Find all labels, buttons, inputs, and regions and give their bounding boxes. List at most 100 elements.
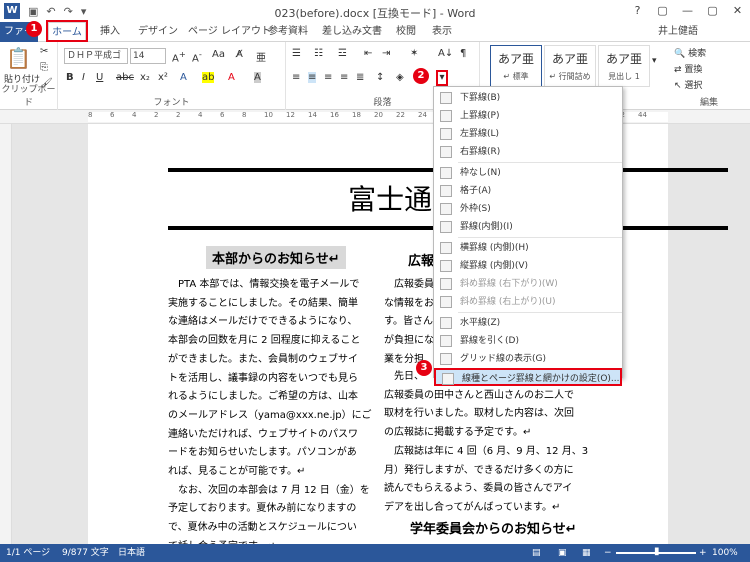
change-case-icon[interactable]: Aa [212, 49, 225, 60]
border-menu-item[interactable]: 罫線(内側)(I) [434, 218, 622, 236]
text-line: 本部会の回数を月に 2 回程度に抑えること [168, 335, 361, 347]
paste-icon[interactable]: 📋 [6, 46, 31, 70]
font-size-combo[interactable]: 14 [130, 48, 166, 64]
cut-icon[interactable]: ✂ [40, 46, 48, 57]
strikethrough-icon[interactable]: abc [116, 72, 134, 83]
distribute-icon[interactable]: ≣ [356, 72, 364, 83]
border-menu-item[interactable]: 水平線(Z) [434, 314, 622, 332]
border-menu-item[interactable]: 格子(A) [434, 182, 622, 200]
ruler-tick-label: 4 [198, 111, 203, 119]
border-menu-item[interactable]: 縦罫線 (内側)(V) [434, 257, 622, 275]
superscript-icon[interactable]: x² [158, 72, 168, 83]
border-menu-item[interactable]: 上罫線(P) [434, 107, 622, 125]
ruler-tick-label: 2 [154, 111, 159, 119]
text-line: のメールアドレス（yama@xxx.ne.jp）にご [168, 409, 372, 421]
user-name[interactable]: 井上健語 [658, 22, 698, 42]
tab-view[interactable]: 表示 [432, 22, 452, 42]
line-spacing-icon[interactable]: ↕ [376, 72, 384, 83]
replace-button[interactable]: ⇄ 置換 [674, 62, 702, 75]
copy-icon[interactable]: ⎘ [40, 62, 48, 73]
align-right-icon[interactable]: ≡ [324, 72, 332, 83]
font-color-icon[interactable]: A [228, 72, 235, 83]
web-layout-icon[interactable]: ▦ [582, 544, 591, 562]
maximize-icon[interactable]: ▢ [700, 0, 725, 22]
text-effects-icon[interactable]: A [180, 72, 187, 83]
ruler-tick-label: 8 [88, 111, 93, 119]
language-indicator[interactable]: 日本語 [118, 544, 145, 562]
tab-review[interactable]: 校閲 [396, 22, 416, 42]
text-line: が負担にな [384, 335, 434, 347]
shading-icon[interactable]: ◈ [396, 72, 404, 83]
border-menu-item: 斜め罫線 (右上がり)(U) [434, 293, 622, 311]
style-normal[interactable]: あア亜 ↵ 標準 [490, 45, 542, 87]
text-line: な連絡はメールだけでできるようになり、 [168, 316, 358, 328]
show-marks-icon[interactable]: ¶ [460, 48, 466, 59]
increase-indent-icon[interactable]: ⇥ [382, 48, 390, 59]
help-icon[interactable]: ? [625, 0, 650, 22]
ruler-tick-label: 4 [132, 111, 137, 119]
close-icon[interactable]: ✕ [725, 0, 750, 22]
align-left-icon[interactable]: ≡ [292, 72, 300, 83]
multilevel-list-icon[interactable]: ☲ [338, 48, 347, 59]
tab-insert[interactable]: 挿入 [100, 22, 120, 42]
border-menu-item[interactable]: グリッド線の表示(G) [434, 350, 622, 368]
zoom-thumb-icon[interactable]: ▮ [654, 543, 660, 561]
border-menu-item-label: 線種とページ罫線と網かけの設定(O)... [462, 374, 620, 384]
text-line: れるようにしました。ご希望の方は、山本 [168, 391, 358, 403]
page-count[interactable]: 1/1 ページ [6, 544, 50, 562]
border-style-icon [440, 128, 452, 140]
read-mode-icon[interactable]: ▤ [532, 544, 541, 562]
horizontal-ruler[interactable]: 8642246810121416182022242628303234363840… [0, 110, 750, 124]
tab-references[interactable]: 参考資料 [268, 22, 308, 42]
phonetic-guide-icon[interactable]: 亜 [256, 49, 266, 64]
ribbon-display-icon[interactable]: ▢ [650, 0, 675, 22]
tab-design[interactable]: デザイン [138, 22, 178, 42]
menu-separator [458, 312, 622, 313]
align-center-icon[interactable]: ≡ [308, 72, 317, 83]
asian-layout-icon[interactable]: ✶ [410, 48, 418, 59]
zoom-in-icon[interactable]: + [699, 544, 707, 562]
font-name-combo[interactable]: ＤＨＰ平成ゴ [64, 48, 128, 64]
word-count[interactable]: 9/877 文字 [62, 544, 109, 562]
tab-page-layout[interactable]: ページ レイアウト [188, 22, 271, 42]
style-heading1[interactable]: あア亜 見出し 1 [598, 45, 650, 87]
group-editing: 🔍 検索 ⇄ 置換 ↖ 選択 編集 [668, 42, 750, 110]
border-menu-item-label: グリッド線の表示(G) [460, 354, 546, 364]
sort-icon[interactable]: A↓ [438, 48, 453, 59]
border-menu-item[interactable]: 枠なし(N) [434, 164, 622, 182]
step-badge-2: 2 [413, 68, 429, 84]
highlight-color-icon[interactable]: ab [202, 72, 215, 83]
subscript-icon[interactable]: x₂ [140, 72, 150, 83]
borders-dropdown-button[interactable]: ▾ [436, 70, 448, 86]
minimize-icon[interactable]: — [675, 0, 700, 22]
zoom-level[interactable]: 100% [712, 544, 738, 562]
zoom-out-icon[interactable]: − [604, 544, 612, 562]
underline-icon[interactable]: U [96, 72, 103, 83]
bullets-icon[interactable]: ☰ [292, 48, 301, 59]
print-layout-icon[interactable]: ▣ [558, 544, 567, 562]
border-menu-item[interactable]: 線種とページ罫線と網かけの設定(O)... [434, 368, 622, 386]
border-menu-item[interactable]: 右罫線(R) [434, 143, 622, 161]
border-menu-item[interactable]: 左罫線(L) [434, 125, 622, 143]
grow-font-icon[interactable]: A+ [172, 49, 186, 64]
bold-icon[interactable]: B [66, 72, 74, 83]
styles-more-icon[interactable]: ▾ [652, 56, 657, 66]
justify-icon[interactable]: ≡ [340, 72, 348, 83]
vertical-ruler[interactable] [0, 124, 12, 544]
border-menu-item[interactable]: 外枠(S) [434, 200, 622, 218]
shrink-font-icon[interactable]: A- [192, 49, 202, 64]
clear-format-icon[interactable]: A̸ [236, 49, 243, 60]
italic-icon[interactable]: I [82, 72, 85, 83]
decrease-indent-icon[interactable]: ⇤ [364, 48, 372, 59]
group-clipboard: 📋 貼り付け ✂ ⎘ 🖌 クリップボード [0, 42, 58, 110]
border-menu-item[interactable]: 罫線を引く(D) [434, 332, 622, 350]
find-button[interactable]: 🔍 検索 [674, 46, 706, 59]
style-no-spacing[interactable]: あア亜 ↵ 行間詰め [544, 45, 596, 87]
numbering-icon[interactable]: ☷ [314, 48, 323, 59]
tab-mailings[interactable]: 差し込み文書 [322, 22, 382, 42]
border-menu-item[interactable]: 下罫線(B) [434, 89, 622, 107]
select-button[interactable]: ↖ 選択 [674, 78, 702, 91]
character-shading-icon[interactable]: A [254, 72, 261, 83]
text-line: 連絡いただければ、ウェブサイトのパスワ [168, 428, 358, 440]
border-menu-item[interactable]: 横罫線 (内側)(H) [434, 239, 622, 257]
